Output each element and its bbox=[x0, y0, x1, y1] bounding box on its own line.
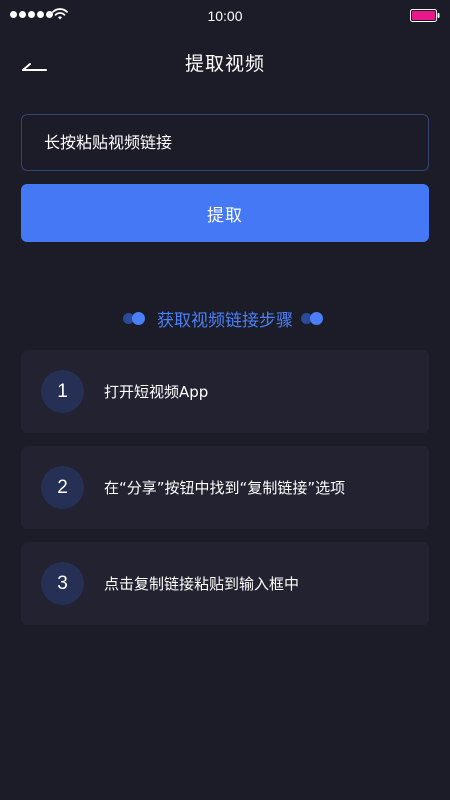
status-bar: 10:00 bbox=[0, 0, 450, 32]
step-number: 2 bbox=[41, 466, 84, 509]
left-dots-icon bbox=[123, 311, 149, 325]
step-text: 点击复制链接粘贴到输入框中 bbox=[104, 575, 300, 593]
step-number: 1 bbox=[41, 370, 84, 413]
step-number: 3 bbox=[41, 562, 84, 605]
nav-bar: 提取视频 bbox=[0, 40, 450, 84]
steps-heading: 获取视频链接步骤 bbox=[0, 306, 450, 331]
battery-icon bbox=[410, 9, 440, 22]
extract-button[interactable]: 提取 bbox=[21, 184, 429, 242]
steps-heading-text: 获取视频链接步骤 bbox=[157, 310, 293, 331]
step-card-3: 3 点击复制链接粘贴到输入框中 bbox=[21, 542, 429, 625]
video-link-input[interactable] bbox=[44, 115, 404, 170]
step-text: 打开短视频App bbox=[104, 383, 209, 401]
status-time: 10:00 bbox=[207, 8, 243, 24]
step-text: 在“分享”按钮中找到“复制链接”选项 bbox=[104, 479, 346, 497]
page-title: 提取视频 bbox=[184, 53, 265, 75]
step-card-2: 2 在“分享”按钮中找到“复制链接”选项 bbox=[21, 446, 429, 529]
right-dots-icon bbox=[301, 311, 327, 325]
step-card-1: 1 打开短视频App bbox=[21, 350, 429, 433]
link-input-box[interactable] bbox=[21, 114, 429, 171]
